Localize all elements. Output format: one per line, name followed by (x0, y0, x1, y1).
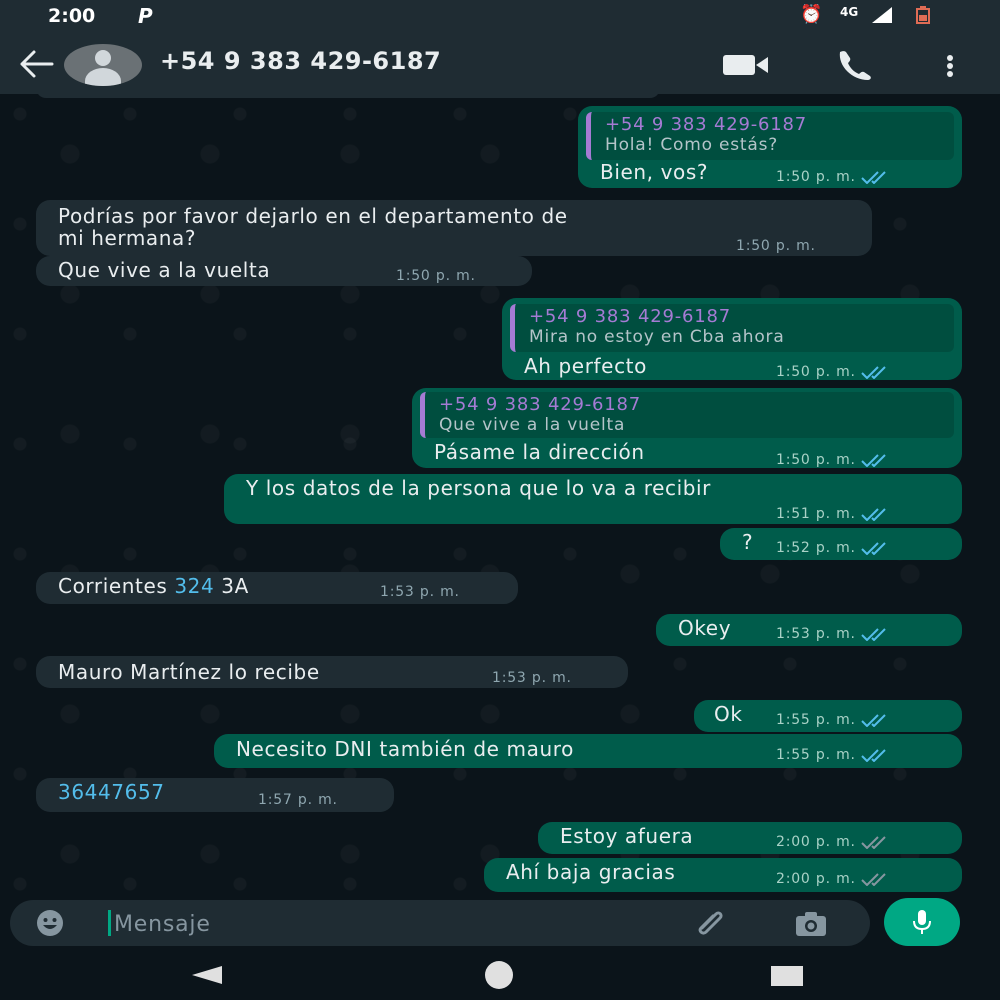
network-type: 4G (840, 5, 859, 19)
message-bubble[interactable]: Y los datos de la persona que lo va a re… (224, 474, 962, 524)
message-bubble[interactable]: +54 9 383 429-6187 Mira no estoy en Cba … (502, 298, 962, 380)
message-time: 1:53 p. m. (492, 670, 572, 686)
text-cursor (108, 910, 111, 936)
message-bubble[interactable]: Mauro Martínez lo recibe 1:53 p. m. (36, 656, 628, 688)
status-time: 2:00 (48, 5, 96, 27)
message-text: Okey (678, 616, 732, 640)
avatar-icon[interactable] (64, 44, 142, 86)
message-bubble[interactable]: Okey 1:53 p. m. (656, 614, 962, 646)
nav-home-icon[interactable] (484, 960, 514, 990)
message-time: 1:57 p. m. (258, 792, 338, 808)
message-text: Mauro Martínez lo recibe (58, 660, 320, 684)
message-bubble[interactable]: 36447657 1:57 p. m. (36, 778, 394, 812)
message-time: 1:51 p. m. (776, 506, 856, 522)
quoted-sender: +54 9 383 429-6187 (605, 114, 808, 135)
quoted-text: Mira no estoy en Cba ahora (529, 327, 785, 347)
signal-icon (872, 7, 892, 23)
battery-icon (916, 6, 930, 24)
phone-number-link[interactable]: 36447657 (58, 780, 165, 804)
mic-icon (913, 910, 931, 934)
p-icon: P (138, 4, 153, 28)
message-time: 1:50 p. m. (776, 452, 856, 468)
message-time: 2:00 p. m. (776, 871, 856, 887)
emoji-icon[interactable] (36, 909, 64, 937)
read-ticks-icon (861, 508, 886, 521)
mic-button[interactable] (884, 898, 960, 946)
quoted-sender: +54 9 383 429-6187 (439, 394, 642, 415)
message-input[interactable] (112, 907, 656, 941)
message-text: Pásame la dirección (434, 440, 645, 464)
message-bubble[interactable]: ? 1:52 p. m. (720, 528, 962, 560)
message-text: Estoy afuera (560, 824, 694, 848)
quoted-text: Hola! Como estás? (605, 135, 779, 155)
read-ticks-icon (861, 628, 886, 641)
read-ticks-icon (861, 171, 886, 184)
message-text: Ok (714, 702, 743, 726)
chat-area[interactable]: +54 9 383 429-6187 Hola! Como estás? Bie… (0, 94, 1000, 900)
message-text: Que vive a la vuelta (58, 258, 271, 282)
read-ticks-icon (861, 749, 886, 762)
contact-name[interactable]: +54 9 383 429-6187 (160, 47, 441, 75)
message-time: 1:55 p. m. (776, 712, 856, 728)
message-text: Podrías por favor dejarlo en el departam… (58, 204, 568, 228)
message-bubble[interactable]: +54 9 383 429-6187 Que vive a la vuelta … (412, 388, 962, 468)
message-bubble[interactable]: Ok 1:55 p. m. (694, 700, 962, 732)
video-call-icon[interactable] (722, 52, 770, 78)
message-time: 1:53 p. m. (380, 584, 460, 600)
message-text-part: Corrientes (58, 574, 175, 598)
message-time: 1:50 p. m. (396, 268, 476, 284)
delivered-ticks-icon (861, 873, 886, 886)
nav-recents-icon[interactable] (770, 964, 804, 988)
quoted-message[interactable]: +54 9 383 429-6187 Hola! Como estás? (586, 112, 954, 160)
message-bubble[interactable]: Ahí baja gracias 2:00 p. m. (484, 858, 962, 892)
chat-header: +54 9 383 429-6187 (0, 34, 1000, 94)
message-time: 1:53 p. m. (776, 626, 856, 642)
system-nav-bar (0, 950, 1000, 1000)
message-time: 1:52 p. m. (776, 540, 856, 556)
message-text: ? (742, 530, 754, 554)
nav-back-icon[interactable] (190, 964, 224, 986)
alarm-icon: ⏰ (800, 4, 823, 25)
phone-call-icon[interactable] (834, 48, 874, 80)
read-ticks-icon (861, 542, 886, 555)
message-bubble[interactable]: Corrientes 324 3A 1:53 p. m. (36, 572, 518, 604)
message-time: 1:55 p. m. (776, 747, 856, 763)
message-bubble[interactable]: +54 9 383 429-6187 Hola! Como estás? Bie… (578, 106, 962, 188)
quoted-message[interactable]: +54 9 383 429-6187 Mira no estoy en Cba … (510, 304, 954, 352)
message-time: 1:50 p. m. (776, 169, 856, 185)
message-text-part: 3A (214, 574, 249, 598)
status-bar: 2:00 P ⏰ 4G (0, 0, 1000, 34)
message-composer (10, 900, 870, 946)
message-bubble[interactable]: Estoy afuera 2:00 p. m. (538, 822, 962, 854)
message-text: Bien, vos? (600, 160, 709, 184)
phone-number-link[interactable]: 324 (174, 574, 214, 598)
back-arrow-icon[interactable] (16, 46, 54, 82)
camera-icon[interactable] (794, 910, 828, 938)
message-text: Y los datos de la persona que lo va a re… (246, 476, 712, 500)
message-bubble-partial (36, 94, 660, 98)
message-bubble[interactable]: Necesito DNI también de mauro 1:55 p. m. (214, 734, 962, 768)
message-time: 2:00 p. m. (776, 834, 856, 850)
message-time: 1:50 p. m. (776, 364, 856, 380)
message-text: Ah perfecto (524, 354, 647, 378)
quoted-text: Que vive a la vuelta (439, 415, 626, 435)
message-text-line2: mi hermana? (58, 226, 197, 250)
read-ticks-icon (861, 366, 886, 379)
quoted-message[interactable]: +54 9 383 429-6187 Que vive a la vuelta (420, 392, 954, 438)
message-text: Necesito DNI también de mauro (236, 737, 574, 761)
delivered-ticks-icon (861, 836, 886, 849)
message-time: 1:50 p. m. (736, 238, 816, 254)
quoted-sender: +54 9 383 429-6187 (529, 306, 732, 327)
more-vert-icon[interactable] (940, 50, 960, 82)
attach-clip-icon[interactable] (694, 908, 728, 938)
message-bubble[interactable]: Podrías por favor dejarlo en el departam… (36, 200, 872, 256)
message-text: Corrientes 324 3A (58, 574, 249, 598)
read-ticks-icon (861, 454, 886, 467)
message-bubble[interactable]: Que vive a la vuelta 1:50 p. m. (36, 256, 532, 286)
message-text: Ahí baja gracias (506, 860, 676, 884)
read-ticks-icon (861, 714, 886, 727)
